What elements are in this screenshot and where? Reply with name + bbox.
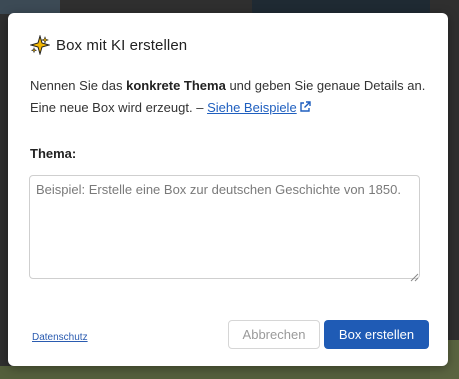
dialog-header: Box mit KI erstellen: [29, 34, 188, 56]
dialog-description: Nennen Sie das konkrete Thema und geben …: [30, 75, 440, 119]
examples-link-label: Siehe Beispiele: [207, 100, 297, 115]
description-text-1: Nennen Sie das: [30, 78, 127, 93]
topic-textarea[interactable]: [29, 175, 420, 279]
create-box-dialog: Box mit KI erstellen Nennen Sie das konk…: [8, 13, 448, 366]
examples-link[interactable]: Siehe Beispiele: [207, 100, 311, 115]
sparkle-icon: [29, 34, 51, 56]
privacy-link[interactable]: Datenschutz: [32, 332, 88, 343]
external-link-icon: [299, 98, 311, 112]
dialog-title: Box mit KI erstellen: [56, 36, 188, 54]
cancel-button[interactable]: Abbrechen: [228, 320, 320, 349]
resize-grip-icon[interactable]: [410, 269, 419, 282]
topic-label: Thema:: [30, 146, 77, 161]
background-header-left: [0, 0, 60, 14]
create-box-button[interactable]: Box erstellen: [324, 320, 429, 349]
background-footer: [0, 366, 459, 379]
description-bold: konkrete Thema: [126, 78, 226, 93]
